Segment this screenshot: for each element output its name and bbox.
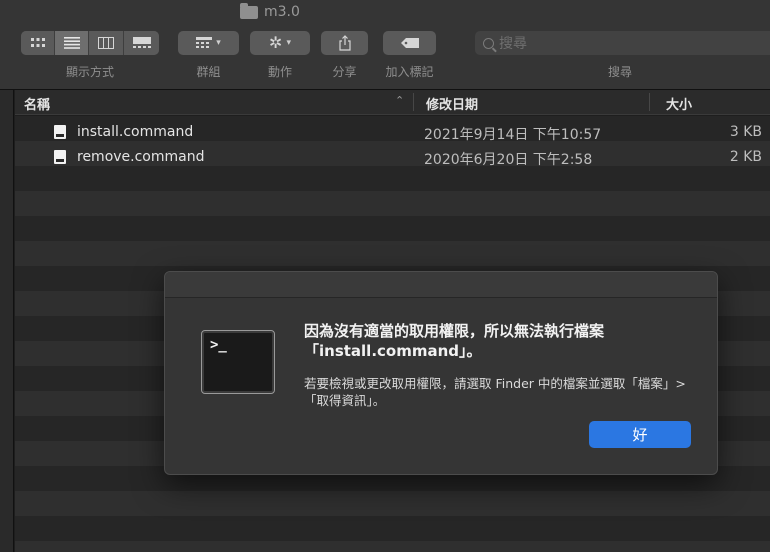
sort-ascending-icon: ⌃ [395, 94, 405, 107]
share-icon [338, 35, 351, 51]
action-button[interactable]: ✲ ▾ [250, 31, 310, 55]
group-label: 群組 [196, 65, 221, 79]
document-icon [54, 150, 66, 164]
terminal-icon: >_ [201, 330, 275, 394]
column-divider[interactable] [413, 93, 414, 111]
action-label: 動作 [267, 65, 292, 79]
window-title: m3.0 [240, 2, 300, 20]
column-header-name[interactable]: 名稱 [24, 94, 50, 113]
search-label: 搜尋 [607, 65, 632, 79]
tag-button[interactable] [383, 31, 436, 55]
document-icon [54, 125, 66, 139]
chevron-down-icon: ▾ [216, 38, 221, 48]
column-view-icon [98, 37, 114, 49]
group-icon [196, 37, 213, 48]
file-modified: 2020年6月20日 下午2:58 [424, 152, 593, 168]
search-placeholder: 搜尋 [499, 36, 527, 52]
list-view-icon [63, 37, 80, 49]
gear-icon: ✲ [269, 33, 283, 52]
column-view-button[interactable] [89, 31, 124, 55]
file-row[interactable]: remove.command 2020年6月20日 下午2:58 2 KB [15, 145, 770, 170]
file-name: install.command [77, 124, 194, 140]
folder-icon [240, 2, 258, 19]
gallery-view-icon [132, 37, 151, 48]
ok-button[interactable]: 好 [589, 421, 691, 448]
window-title-text: m3.0 [264, 4, 300, 20]
search-input[interactable]: 搜尋 [475, 31, 770, 55]
dialog-title: 因為沒有適當的取用權限，所以無法執行檔案「install.command」。 [304, 322, 605, 360]
column-divider[interactable] [649, 93, 650, 111]
dialog-title-bar [165, 272, 717, 298]
gallery-view-button[interactable] [124, 31, 159, 55]
search-icon [483, 37, 494, 49]
share-button[interactable] [321, 31, 368, 55]
list-view-button[interactable] [55, 31, 89, 55]
title-bar: m3.0 [0, 0, 770, 28]
chevron-down-icon: ▾ [286, 38, 291, 48]
view-label: 顯示方式 [65, 65, 114, 79]
icon-view-icon [30, 38, 45, 47]
file-size: 3 KB [729, 124, 762, 140]
permission-alert-dialog: >_ 因為沒有適當的取用權限，所以無法執行檔案「install.command」… [164, 271, 718, 475]
sidebar-edge [0, 90, 14, 552]
icon-view-button[interactable] [21, 31, 55, 55]
column-headers: 名稱 ⌃ 修改日期 大小 [15, 90, 770, 115]
file-size: 2 KB [729, 149, 762, 165]
column-header-size[interactable]: 大小 [666, 94, 692, 113]
share-label: 分享 [332, 65, 357, 79]
dialog-message: 若要檢視或更改取用權限，請選取 Finder 中的檔案並選取「檔案」>「取得資訊… [304, 376, 686, 408]
column-header-modified[interactable]: 修改日期 [426, 94, 478, 113]
group-button[interactable]: ▾ [178, 31, 239, 55]
view-segmented-control [21, 31, 159, 55]
tag-label: 加入標記 [385, 65, 434, 79]
file-row[interactable]: install.command 2021年9月14日 下午10:57 3 KB [15, 120, 770, 145]
tag-icon [400, 38, 419, 48]
toolbar: 顯示方式 ▾ 群組 ✲ ▾ 動作 分享 加入標記 搜尋 搜尋 [0, 28, 770, 90]
terminal-prompt: >_ [210, 337, 227, 353]
file-modified: 2021年9月14日 下午10:57 [424, 127, 602, 143]
file-name: remove.command [77, 149, 205, 165]
